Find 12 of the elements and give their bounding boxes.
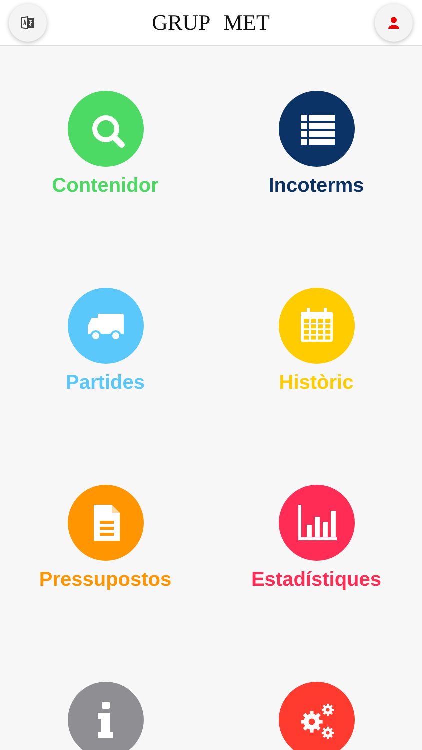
info-icon bbox=[98, 702, 113, 738]
menu-tile-label[interactable]: Contenidor bbox=[52, 175, 159, 198]
menu-tile-label[interactable]: Incoterms bbox=[268, 175, 364, 198]
user-icon bbox=[388, 16, 400, 28]
profile-button[interactable] bbox=[375, 4, 413, 42]
menu-tile-label[interactable]: Pressupostos bbox=[39, 569, 172, 592]
menu-tile-label[interactable]: Estadístiques bbox=[251, 569, 382, 592]
app-title: GRUP MET bbox=[152, 10, 270, 36]
menu-tile-label[interactable]: Partides bbox=[66, 372, 145, 395]
language-button[interactable] bbox=[9, 4, 47, 42]
menu-tile-label[interactable]: Històric bbox=[279, 372, 354, 395]
translate-icon bbox=[21, 16, 35, 30]
